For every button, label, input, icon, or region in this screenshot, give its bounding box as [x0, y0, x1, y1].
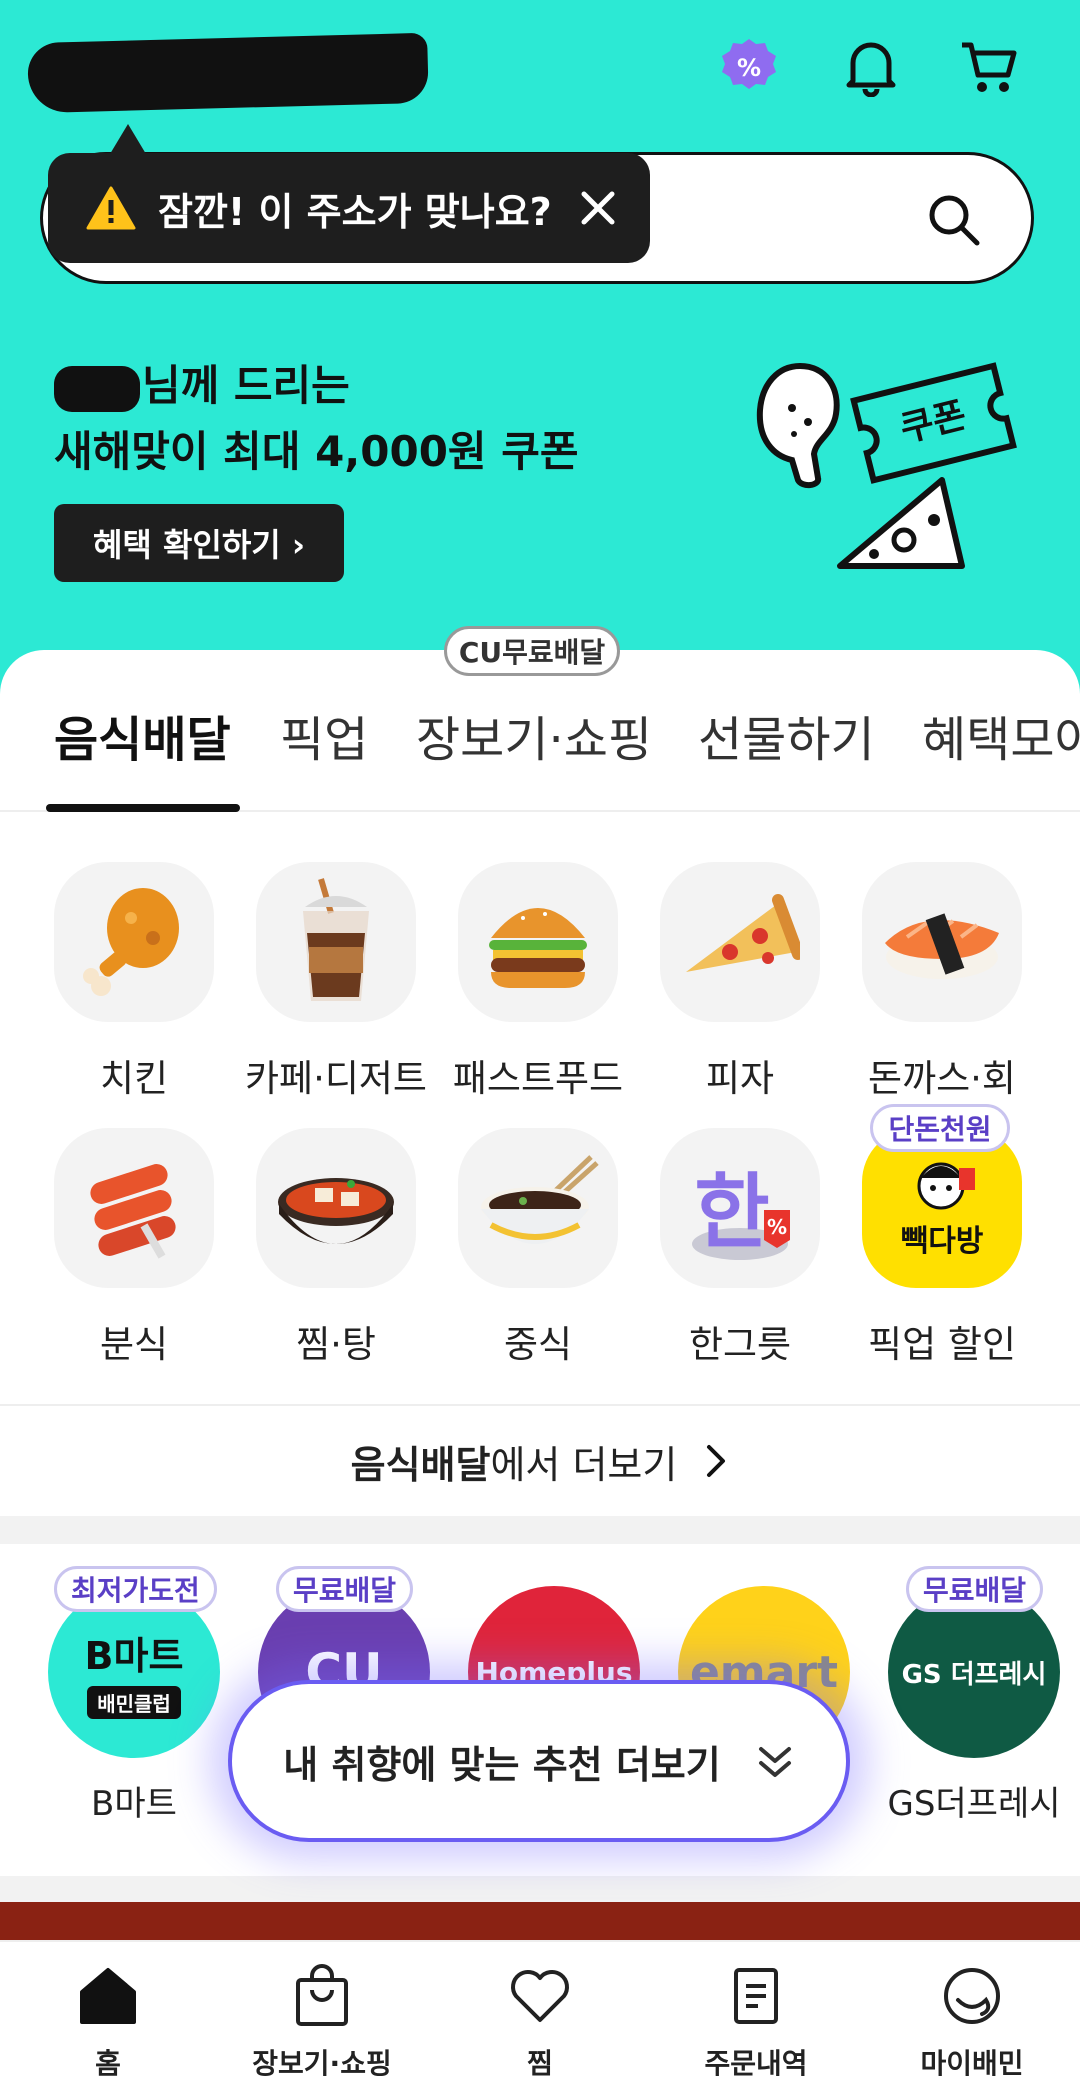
- redacted-name: [54, 365, 140, 412]
- tab-food-delivery[interactable]: 음식배달: [54, 700, 231, 770]
- stew-icon: [256, 1128, 416, 1288]
- tteokbokki-icon: [54, 1128, 214, 1288]
- coffee-icon: [256, 862, 416, 1022]
- tab-gift[interactable]: 선물하기: [698, 700, 875, 770]
- pizza-icon: [660, 862, 820, 1022]
- svg-text:%: %: [767, 1215, 787, 1239]
- heart-icon: [511, 1970, 569, 2022]
- category-tonkatsu-sashimi[interactable]: 돈까스·회: [862, 862, 1022, 1102]
- store-label: B마트: [91, 1784, 177, 1824]
- shopping-bag-icon: [296, 1964, 348, 2026]
- tab-benefits[interactable]: 혜택모아: [922, 700, 1080, 770]
- sushi-icon: [862, 862, 1022, 1022]
- close-icon[interactable]: [578, 188, 618, 228]
- home-icon: [80, 1968, 136, 2024]
- section-divider: [0, 1516, 1080, 1544]
- category-stew[interactable]: 찜·탕: [256, 1128, 416, 1368]
- cu-free-delivery-badge[interactable]: CU무료배달: [444, 626, 620, 676]
- bottom-navigation: 홈 장보기·쇼핑 찜 주문내역 마이배민: [0, 1940, 1080, 2095]
- recommend-more-button[interactable]: 내 취향에 맞는 추천 더보기: [228, 1680, 850, 1842]
- category-fast-food[interactable]: 패스트푸드: [453, 862, 623, 1102]
- coupon-icon[interactable]: %: [714, 32, 784, 102]
- benefit-button[interactable]: 혜택 확인하기 ›: [54, 504, 344, 582]
- tooltip-arrow: [110, 124, 146, 154]
- category-pizza[interactable]: 피자: [660, 862, 820, 1102]
- noodle-icon: [458, 1128, 618, 1288]
- promo-line-2: 새해맞이 최대 4,000원 쿠폰: [54, 427, 579, 476]
- store-badge: 무료배달: [276, 1566, 414, 1612]
- pickup-promo-badge: 단돈천원: [870, 1104, 1010, 1152]
- receipt-icon: [734, 1968, 778, 2024]
- section-divider: [0, 1876, 1080, 1902]
- tab-pickup[interactable]: 픽업: [280, 700, 368, 770]
- category-chicken[interactable]: 치킨: [54, 862, 214, 1102]
- redacted-address[interactable]: [27, 32, 429, 114]
- category-one-bowl[interactable]: 한% 한그릇: [660, 1128, 820, 1368]
- nav-favorites[interactable]: 찜: [440, 1964, 640, 2082]
- nav-orders[interactable]: 주문내역: [656, 1964, 856, 2082]
- category-tabs: 음식배달 픽업 장보기·쇼핑 선물하기 혜택모아: [0, 690, 1080, 812]
- store-badge: 무료배달: [906, 1566, 1044, 1612]
- nav-my-baemin[interactable]: 마이배민: [872, 1964, 1072, 2082]
- bell-icon[interactable]: [836, 32, 906, 102]
- food-delivery-more-link[interactable]: 음식배달에서 더보기: [0, 1404, 1080, 1516]
- smile-icon: [944, 1968, 1000, 2024]
- tab-shopping[interactable]: 장보기·쇼핑: [416, 700, 652, 770]
- paik-logo-text: 빽다방: [900, 1224, 984, 1259]
- han-char: 한: [694, 1165, 769, 1260]
- promo-line-1: 님께 드리는: [54, 352, 350, 413]
- address-tooltip: 잠깐! 이 주소가 맞나요?: [48, 153, 650, 263]
- tab-underline: [46, 804, 240, 812]
- category-chinese[interactable]: 중식: [458, 1128, 618, 1368]
- search-icon[interactable]: [927, 193, 981, 251]
- store-gs-fresh[interactable]: GS 더프레시 GS더프레시: [886, 1586, 1062, 1825]
- store-label: GS더프레시: [887, 1784, 1061, 1824]
- double-chevron-down-icon: [758, 1747, 791, 1777]
- warning-icon: [86, 186, 136, 230]
- category-label: 픽업 할인: [868, 1323, 1016, 1366]
- category-label: 돈까스·회: [868, 1057, 1016, 1100]
- burger-icon: [458, 862, 618, 1022]
- svg-text:%: %: [737, 54, 761, 82]
- pizza-sticker-icon: [834, 470, 968, 580]
- chicken-icon: [54, 862, 214, 1022]
- nav-home[interactable]: 홈: [8, 1964, 208, 2082]
- chevron-right-icon: [707, 1445, 726, 1477]
- cart-icon[interactable]: [954, 32, 1024, 102]
- han-bowl-icon: 한%: [660, 1128, 820, 1288]
- store-badge: 최저가도전: [54, 1566, 217, 1612]
- category-snack[interactable]: 분식: [54, 1128, 214, 1368]
- store-bmart[interactable]: B마트 배민클럽 B마트: [46, 1586, 222, 1825]
- category-cafe-dessert[interactable]: 카페·디저트: [245, 862, 427, 1102]
- category-pickup-discount[interactable]: 빽다방 픽업 할인: [862, 1128, 1022, 1368]
- paik-icon: 빽다방: [862, 1128, 1022, 1288]
- nav-shopping[interactable]: 장보기·쇼핑: [222, 1964, 422, 2082]
- tooltip-text: 잠깐! 이 주소가 맞나요?: [158, 189, 552, 234]
